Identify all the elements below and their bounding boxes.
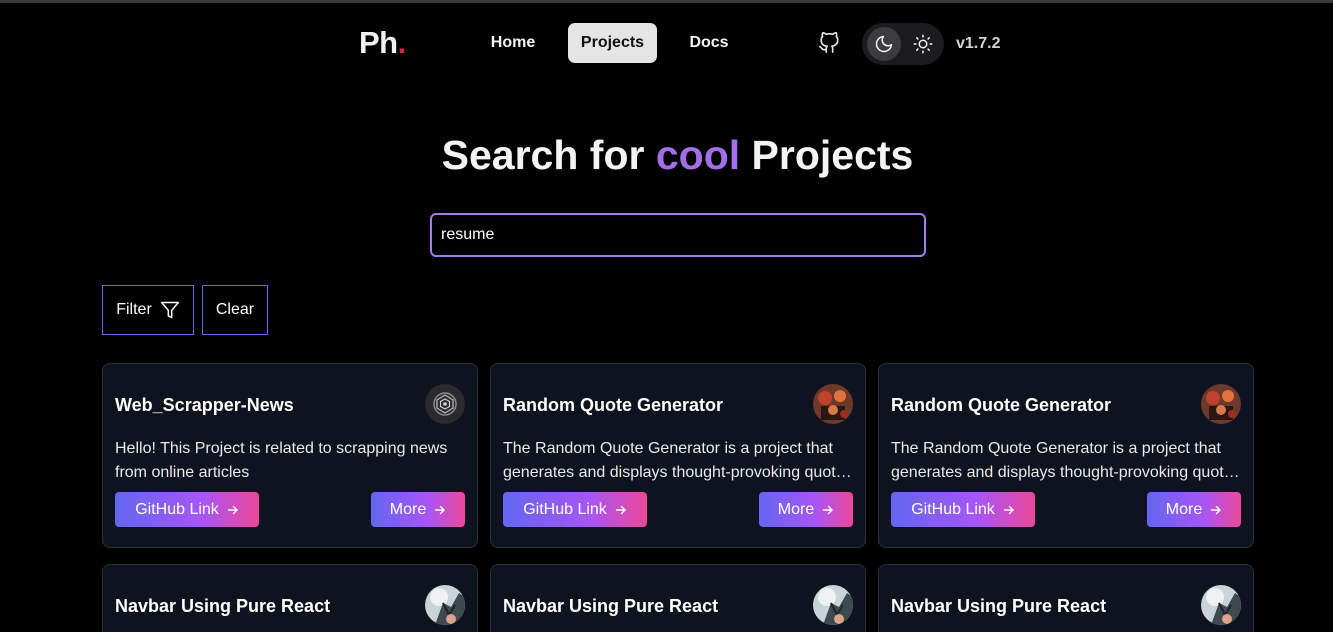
project-card: Navbar Using Pure React xyxy=(878,564,1254,632)
project-card: Navbar Using Pure React xyxy=(102,564,478,632)
arrow-right-icon xyxy=(615,505,626,514)
more-button[interactable]: More xyxy=(759,492,853,527)
arrow-right-icon xyxy=(1211,505,1221,514)
nav-docs[interactable]: Docs xyxy=(678,23,740,63)
site-logo[interactable]: Ph. xyxy=(359,26,406,60)
project-card: Web_Scrapper-News Hello! This Project is… xyxy=(102,363,478,548)
arrow-right-icon xyxy=(435,505,445,514)
arrow-right-icon xyxy=(1003,505,1014,514)
more-label: More xyxy=(1165,500,1203,518)
title-part-1: Search for xyxy=(441,132,656,178)
github-link-button[interactable]: GitHub Link xyxy=(891,492,1035,527)
funnel-icon xyxy=(160,301,179,319)
more-button[interactable]: More xyxy=(371,492,465,527)
github-link-button[interactable]: GitHub Link xyxy=(503,492,647,527)
author-avatar[interactable] xyxy=(1201,585,1241,625)
github-link-label: GitHub Link xyxy=(911,500,995,518)
photo-avatar xyxy=(813,384,853,424)
card-title: Navbar Using Pure React xyxy=(503,596,719,616)
github-icon[interactable] xyxy=(818,32,840,54)
card-title: Web_Scrapper-News xyxy=(115,395,294,415)
card-title: Random Quote Generator xyxy=(503,395,724,415)
card-title: Navbar Using Pure React xyxy=(891,596,1107,616)
arrow-right-icon xyxy=(823,505,833,514)
more-label: More xyxy=(777,500,815,518)
author-avatar[interactable] xyxy=(425,585,465,625)
card-description: The Random Quote Generator is a project … xyxy=(503,440,853,481)
card-title: Random Quote Generator xyxy=(891,395,1112,415)
arrow-right-icon xyxy=(227,505,238,514)
card-description: The Random Quote Generator is a project … xyxy=(891,440,1241,481)
github-link-label: GitHub Link xyxy=(523,500,607,518)
nav-home[interactable]: Home xyxy=(478,23,548,63)
github-link-button[interactable]: GitHub Link xyxy=(115,492,259,527)
title-accent: cool xyxy=(655,132,741,178)
clear-label: Clear xyxy=(215,301,255,318)
moon-icon xyxy=(875,35,893,53)
more-label: More xyxy=(389,500,427,518)
github-link-label: GitHub Link xyxy=(135,500,219,518)
photo-avatar xyxy=(1201,384,1241,424)
github-logo-avatar xyxy=(425,384,465,424)
author-avatar[interactable] xyxy=(1201,384,1241,424)
filter-button[interactable]: Filter xyxy=(102,285,194,335)
photo-avatar xyxy=(1201,585,1241,625)
author-avatar[interactable] xyxy=(813,585,853,625)
photo-avatar xyxy=(425,585,465,625)
author-avatar[interactable] xyxy=(425,384,465,424)
author-avatar[interactable] xyxy=(813,384,853,424)
window-top-border xyxy=(0,0,1333,3)
nav-projects[interactable]: Projects xyxy=(568,23,657,63)
dark-mode-button[interactable] xyxy=(867,27,901,61)
logo-dot: . xyxy=(397,25,407,60)
card-title: Navbar Using Pure React xyxy=(115,596,331,616)
sun-icon xyxy=(913,34,933,54)
theme-toggle[interactable] xyxy=(862,23,944,65)
project-card: Navbar Using Pure React xyxy=(490,564,866,632)
logo-text: Ph xyxy=(359,25,398,60)
project-card: Random Quote Generator The Random Quote … xyxy=(878,363,1254,548)
page-title: Search for cool Projects xyxy=(0,130,1333,180)
project-card: Random Quote Generator The Random Quote … xyxy=(490,363,866,548)
clear-button[interactable]: Clear xyxy=(202,285,268,335)
search-input[interactable] xyxy=(430,213,926,257)
filter-label: Filter xyxy=(116,301,152,318)
photo-avatar xyxy=(813,585,853,625)
version-label: v1.7.2 xyxy=(956,35,1001,52)
card-description: Hello! This Project is related to scrapp… xyxy=(115,440,448,481)
title-part-2: Projects xyxy=(740,132,914,178)
light-mode-button[interactable] xyxy=(906,27,940,61)
more-button[interactable]: More xyxy=(1147,492,1241,527)
